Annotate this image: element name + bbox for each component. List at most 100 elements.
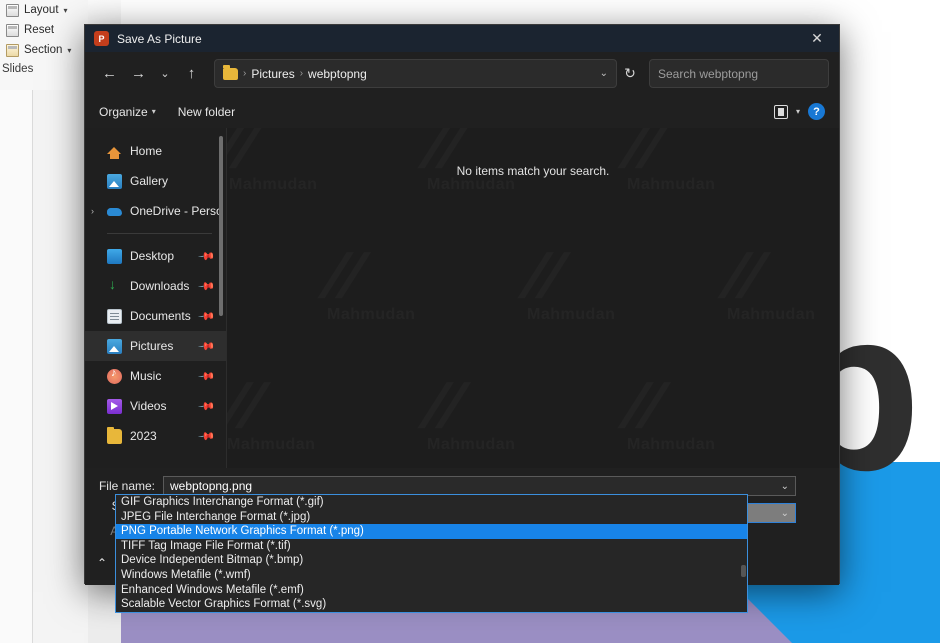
breadcrumb-pictures[interactable]: Pictures bbox=[251, 67, 294, 81]
dropdown-scrollbar[interactable] bbox=[741, 565, 746, 577]
search-input[interactable]: Search webptopng bbox=[649, 59, 829, 88]
pin-icon[interactable]: 📌 bbox=[198, 337, 217, 355]
watermark-logo: // bbox=[417, 376, 467, 438]
navigation-sidebar[interactable]: Home Gallery › OneDrive - Perso Desktop … bbox=[85, 128, 226, 468]
chevron-down-icon: ▾ bbox=[67, 45, 72, 55]
watermark-text: Mahmudan bbox=[229, 176, 317, 194]
dialog-command-bar: Organize ▾ New folder ▾ ? bbox=[85, 95, 839, 128]
dropdown-option-jpeg[interactable]: JPEG File Interchange Format (*.jpg) bbox=[116, 510, 747, 525]
sidebar-item-label: Videos bbox=[130, 399, 167, 413]
sidebar-item-2023[interactable]: 2023 📌 bbox=[85, 421, 226, 451]
breadcrumb-separator: › bbox=[243, 68, 247, 79]
chevron-down-icon: ▾ bbox=[63, 5, 68, 15]
dropdown-option-svg[interactable]: Scalable Vector Graphics Format (*.svg) bbox=[116, 597, 747, 612]
close-icon[interactable]: ✕ bbox=[795, 25, 839, 52]
watermark-logo: // bbox=[717, 246, 767, 308]
powerpoint-app-icon: P bbox=[94, 31, 109, 46]
ribbon-group-label-slides: Slides bbox=[2, 63, 34, 75]
sidebar-item-pictures[interactable]: Pictures 📌 bbox=[85, 331, 226, 361]
watermark-logo: // bbox=[617, 376, 667, 438]
breadcrumb-separator: › bbox=[299, 68, 304, 79]
pin-icon[interactable]: 📌 bbox=[198, 427, 217, 445]
chevron-down-icon[interactable]: ⌄ bbox=[781, 481, 789, 492]
view-mode-icon[interactable] bbox=[773, 104, 788, 119]
chevron-right-icon[interactable]: › bbox=[91, 206, 94, 216]
new-folder-label: New folder bbox=[177, 104, 236, 119]
sidebar-scrollbar[interactable] bbox=[219, 136, 223, 316]
watermark-logo: // bbox=[517, 246, 567, 308]
onedrive-icon bbox=[107, 204, 122, 219]
folder-icon bbox=[107, 426, 122, 444]
file-name-label: File name: bbox=[98, 479, 155, 493]
pin-icon[interactable]: 📌 bbox=[198, 247, 217, 265]
watermark-text: Mahmudan bbox=[427, 176, 515, 194]
folder-icon bbox=[223, 64, 238, 80]
sidebar-divider bbox=[107, 233, 212, 234]
refresh-icon[interactable]: ↻ bbox=[617, 59, 643, 88]
sidebar-item-videos[interactable]: Videos 📌 bbox=[85, 391, 226, 421]
pin-icon[interactable]: 📌 bbox=[198, 277, 217, 295]
save-as-type-dropdown-list[interactable]: GIF Graphics Interchange Format (*.gif) … bbox=[115, 494, 748, 613]
dropdown-option-bmp[interactable]: Device Independent Bitmap (*.bmp) bbox=[116, 553, 747, 568]
dialog-main-area: Home Gallery › OneDrive - Perso Desktop … bbox=[85, 128, 839, 468]
sidebar-item-label: Gallery bbox=[130, 174, 169, 188]
toolbar-right-group: ▾ ? bbox=[773, 103, 825, 120]
pin-icon[interactable]: 📌 bbox=[198, 397, 217, 415]
organize-label: Organize bbox=[99, 104, 148, 119]
home-icon bbox=[107, 144, 122, 159]
gallery-icon bbox=[107, 173, 122, 189]
sidebar-item-gallery[interactable]: Gallery bbox=[85, 166, 226, 196]
ribbon-layout-label: Layout bbox=[24, 4, 59, 16]
sidebar-item-label: Music bbox=[130, 369, 162, 383]
recent-locations-icon[interactable]: ⌄ bbox=[153, 59, 177, 88]
watermark-logo: // bbox=[227, 376, 267, 438]
sidebar-item-onedrive[interactable]: › OneDrive - Perso bbox=[85, 196, 226, 226]
pin-icon[interactable]: 📌 bbox=[198, 307, 217, 325]
slide-thumbnail-pane[interactable] bbox=[0, 90, 33, 643]
watermark-text: Mahmudan bbox=[227, 436, 315, 454]
file-name-input[interactable]: webptopng.png ⌄ bbox=[163, 476, 796, 496]
ribbon-section-label: Section bbox=[24, 44, 63, 56]
section-icon bbox=[6, 43, 19, 57]
dropdown-option-gif[interactable]: GIF Graphics Interchange Format (*.gif) bbox=[116, 495, 747, 510]
sidebar-item-downloads[interactable]: Downloads 📌 bbox=[85, 271, 226, 301]
empty-state-message: No items match your search. bbox=[456, 164, 610, 178]
slide-thumbnail-pane-inner[interactable] bbox=[33, 90, 88, 643]
breadcrumb-webptopng[interactable]: webptopng bbox=[308, 67, 367, 81]
ribbon-layout-button[interactable]: Layout ▾ bbox=[0, 0, 88, 20]
dropdown-option-png[interactable]: PNG Portable Network Graphics Format (*.… bbox=[116, 524, 747, 539]
forward-icon[interactable]: → bbox=[124, 59, 153, 88]
chevron-down-icon[interactable]: ▾ bbox=[796, 107, 800, 116]
new-folder-button[interactable]: New folder bbox=[178, 105, 235, 119]
chevron-down-icon[interactable]: ⌄ bbox=[600, 68, 608, 79]
sidebar-item-label: Downloads bbox=[130, 279, 190, 293]
reset-icon bbox=[6, 23, 19, 37]
organize-button[interactable]: Organize ▾ bbox=[99, 105, 156, 119]
help-icon[interactable]: ? bbox=[808, 103, 825, 120]
watermark-logo: // bbox=[317, 246, 367, 308]
dialog-titlebar[interactable]: P Save As Picture ✕ bbox=[85, 25, 839, 52]
sidebar-item-label: OneDrive - Perso bbox=[130, 204, 223, 218]
sidebar-item-home[interactable]: Home bbox=[85, 136, 226, 166]
address-bar[interactable]: › Pictures › webptopng ⌄ bbox=[214, 59, 617, 88]
file-list-area[interactable]: No items match your search. // Mahmudan … bbox=[226, 128, 839, 468]
back-icon[interactable]: ← bbox=[95, 59, 124, 88]
chevron-down-icon[interactable]: ⌄ bbox=[781, 508, 789, 519]
ribbon-slides-group: Layout ▾ Reset Section ▾ Slides bbox=[0, 0, 88, 90]
up-icon[interactable]: ↑ bbox=[177, 59, 206, 88]
ribbon-section-button[interactable]: Section ▾ bbox=[0, 40, 88, 60]
pin-icon[interactable]: 📌 bbox=[198, 367, 217, 385]
dropdown-option-emf[interactable]: Enhanced Windows Metafile (*.emf) bbox=[116, 583, 747, 598]
downloads-icon bbox=[107, 276, 122, 294]
sidebar-item-label: Desktop bbox=[130, 249, 175, 263]
sidebar-item-documents[interactable]: Documents 📌 bbox=[85, 301, 226, 331]
watermark-text: Mahmudan bbox=[427, 436, 515, 454]
ribbon-reset-button[interactable]: Reset bbox=[0, 20, 88, 40]
sidebar-item-music[interactable]: Music 📌 bbox=[85, 361, 226, 391]
ribbon-reset-label: Reset bbox=[24, 24, 55, 36]
watermark-text: Mahmudan bbox=[727, 306, 815, 324]
sidebar-item-label: Pictures bbox=[130, 339, 174, 353]
sidebar-item-desktop[interactable]: Desktop 📌 bbox=[85, 241, 226, 271]
dropdown-option-tiff[interactable]: TIFF Tag Image File Format (*.tif) bbox=[116, 539, 747, 554]
dropdown-option-wmf[interactable]: Windows Metafile (*.wmf) bbox=[116, 568, 747, 583]
